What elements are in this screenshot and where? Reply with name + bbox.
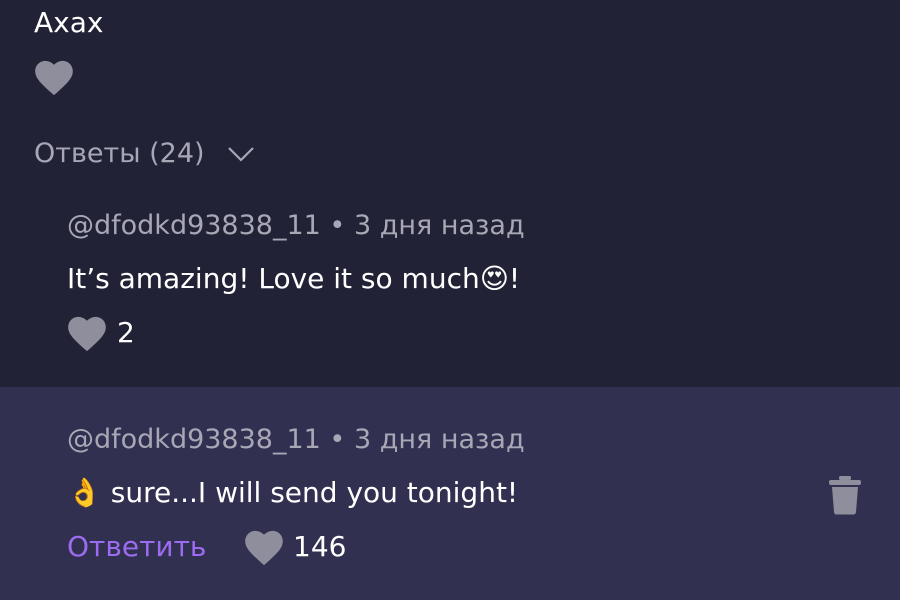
reply-2-meta: @dfodkd93838_11 • 3 дня назад <box>67 424 525 455</box>
reply-2-heart-icon[interactable] <box>244 530 284 566</box>
reply-1-heart-icon[interactable] <box>67 316 107 352</box>
like-heart-icon[interactable] <box>34 60 74 96</box>
reply-1-text: It’s amazing! Love it so much😍! <box>67 262 521 295</box>
comments-screen: Ахах Ответы (24) @dfodkd93838_11 • 3 дня… <box>0 0 900 600</box>
parent-comment-text: Ахах <box>34 6 104 39</box>
reply-2-separator: • <box>329 424 346 455</box>
reply-1-like-count: 2 <box>117 316 135 349</box>
reply-2-text: 👌 sure...I will send you tonight! <box>67 476 519 509</box>
reply-2-author[interactable]: @dfodkd93838_11 <box>67 424 321 455</box>
trash-icon[interactable] <box>828 475 862 515</box>
reply-2-time: 3 дня назад <box>353 424 525 455</box>
reply-1-meta: @dfodkd93838_11 • 3 дня назад <box>67 210 525 241</box>
replies-count-label: Ответы (24) <box>34 138 205 169</box>
replies-toggle[interactable]: Ответы (24) <box>34 138 255 169</box>
chevron-down-icon <box>227 146 254 162</box>
reply-1-time: 3 дня назад <box>353 210 525 241</box>
reply-1-author[interactable]: @dfodkd93838_11 <box>67 210 321 241</box>
reply-button[interactable]: Ответить <box>67 530 206 563</box>
reply-2-like-count: 146 <box>293 530 347 563</box>
comment-thread <box>0 0 900 387</box>
reply-1-separator: • <box>329 210 346 241</box>
